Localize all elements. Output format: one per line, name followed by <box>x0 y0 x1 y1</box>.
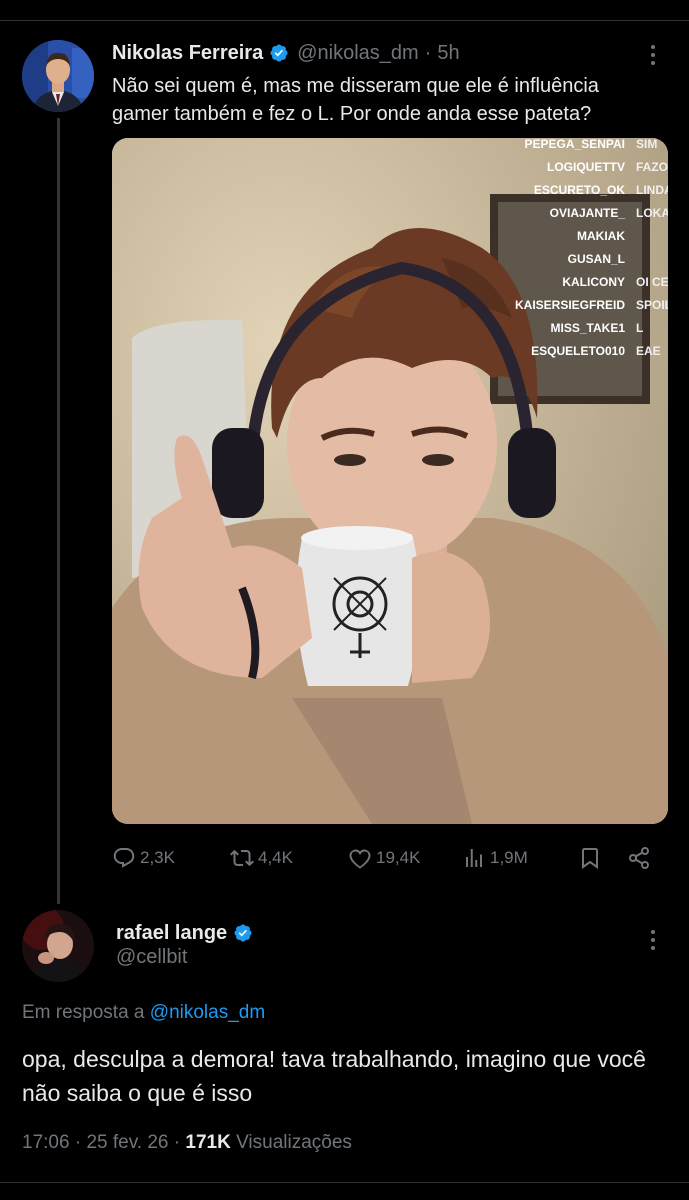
reply-button[interactable]: 2,3K <box>112 846 175 870</box>
retweet-button[interactable]: 4,4K <box>230 846 293 870</box>
reply-author-name[interactable]: rafael lange <box>116 922 227 945</box>
author-name[interactable]: Nikolas Ferreira <box>112 42 263 65</box>
reply-header: rafael lange <box>116 920 253 946</box>
chat-message: SPOIL <box>636 298 668 312</box>
chat-message: SIM <box>636 138 657 151</box>
tweet-actions: 2,3K 4,4K 19,4K 1,9M <box>112 840 668 876</box>
author-handle[interactable]: @nikolas_dm <box>297 42 418 65</box>
separator: · <box>424 41 432 64</box>
bottom-divider <box>0 1182 689 1183</box>
reply-prefix: Em resposta a <box>22 1002 145 1023</box>
chat-username: KALICONY <box>562 275 625 289</box>
tweet-text: Não sei quem é, mas me disseram que ele … <box>112 75 599 125</box>
bookmark-icon <box>582 848 598 869</box>
chat-username: ESQUELETO010 <box>531 344 625 358</box>
reply-meta: 17:06 · 25 fev. 26 · 171K Visualizações <box>22 1132 352 1153</box>
reply-views-label: Visualizações <box>236 1132 352 1153</box>
reply-context: Em resposta a @nikolas_dm <box>22 1002 265 1024</box>
retweet-icon <box>230 849 254 867</box>
top-divider <box>0 20 689 21</box>
reply-author-handle[interactable]: @cellbit <box>116 946 187 969</box>
tweet-time[interactable]: 5h <box>437 42 459 65</box>
reply-to-link[interactable]: @nikolas_dm <box>150 1002 265 1023</box>
tweet-media-image[interactable]: PEPEGA_SENPAI SIM LOGIQUETTV FAZO ESCURETO_O… <box>112 138 668 824</box>
reply-icon <box>113 848 135 868</box>
reply-count: 2,3K <box>140 848 175 867</box>
more-icon[interactable] <box>641 40 665 70</box>
more-icon[interactable] <box>641 925 665 955</box>
chat-username: PEPEGA_SENPAI <box>525 138 625 151</box>
chat-username: MAKIAK <box>577 229 625 243</box>
chat-username: LOGIQUETTV <box>547 160 625 174</box>
tweet-header: Nikolas Ferreira @nikolas_dm · 5h <box>112 40 460 66</box>
chat-message: OI CE <box>636 275 668 289</box>
reply-date[interactable]: 25 fev. 26 <box>86 1132 168 1153</box>
like-count: 19,4K <box>376 848 421 867</box>
verified-badge-icon <box>233 923 253 943</box>
thread-line <box>57 118 60 904</box>
chat-username: OVIAJANTE_ <box>550 206 626 220</box>
bookmark-button[interactable] <box>578 846 606 870</box>
share-button[interactable] <box>627 846 655 870</box>
reply-author-avatar[interactable] <box>22 910 94 982</box>
reply-time[interactable]: 17:06 <box>22 1132 70 1153</box>
views-count: 1,9M <box>490 848 528 867</box>
views-icon <box>466 849 482 867</box>
like-button[interactable]: 19,4K <box>348 846 420 870</box>
chat-username: MISS_TAKE1 <box>551 321 626 335</box>
chat-username: ESCURETO_OK <box>534 183 625 197</box>
reply-text: opa, desculpa a demora! tava trabalhando… <box>22 1046 646 1106</box>
views-button[interactable]: 1,9M <box>462 846 528 870</box>
like-icon <box>349 849 371 869</box>
chat-message: LINDA <box>636 183 668 197</box>
chat-message: FAZO <box>636 160 668 174</box>
chat-message: EAE <box>636 344 661 358</box>
retweet-count: 4,4K <box>258 848 293 867</box>
reply-views-count: 171K <box>185 1132 231 1153</box>
chat-message: LOKA <box>636 206 668 220</box>
chat-message: L <box>636 321 643 335</box>
author-avatar[interactable] <box>22 40 94 112</box>
chat-username: GUSAN_L <box>568 252 625 266</box>
verified-badge-icon <box>269 43 289 63</box>
chat-username: KAISERSIEGFREID <box>515 298 625 312</box>
share-icon <box>629 847 649 869</box>
